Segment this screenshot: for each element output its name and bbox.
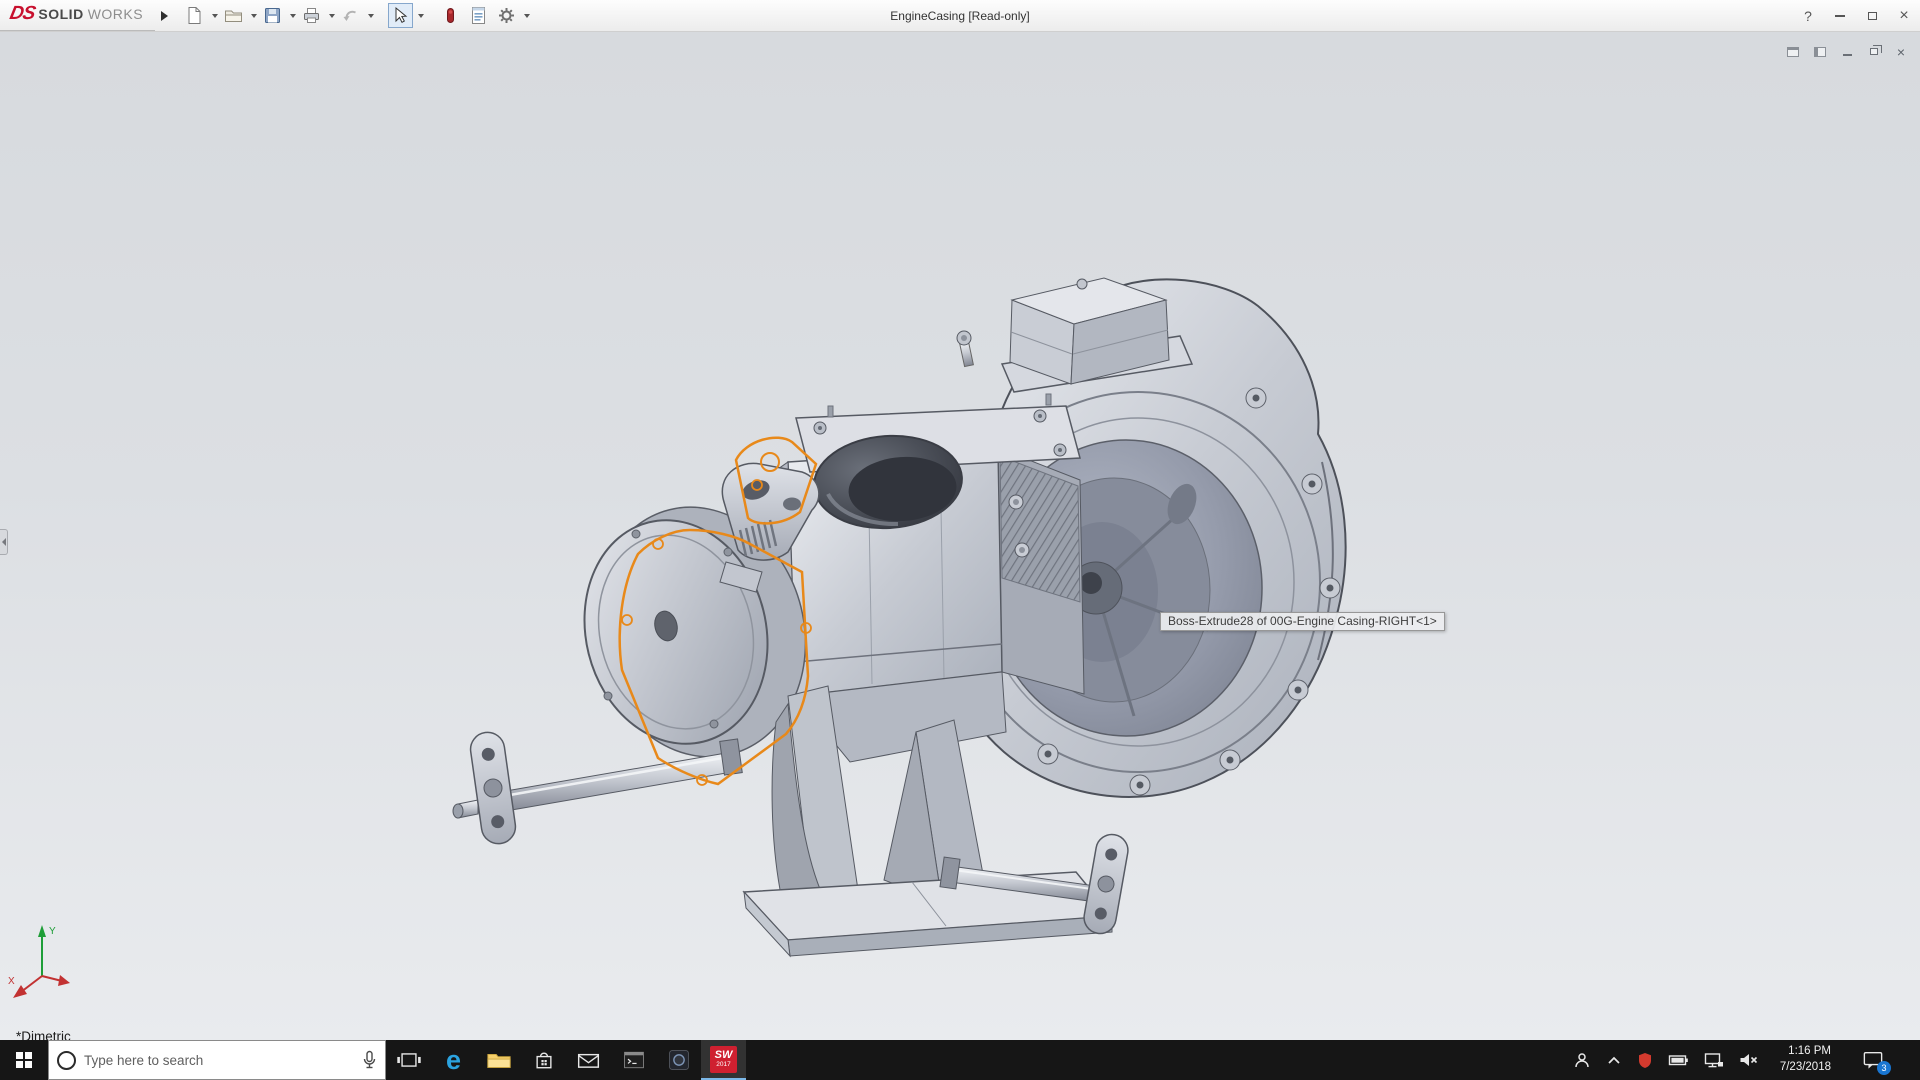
system-tray: 1:16 PM 7/23/2018 3 [1573, 1040, 1920, 1080]
solidworks-taskbar-button[interactable]: SW 2017 [701, 1040, 746, 1080]
close-icon: × [1899, 8, 1908, 24]
print-dropdown[interactable] [329, 14, 335, 18]
file-properties-button[interactable] [466, 3, 491, 28]
doc-restore-button[interactable] [1867, 45, 1881, 58]
triad-y-label: Y [49, 926, 56, 937]
solidworks-logo: DS SOLID WORKS [0, 1, 155, 31]
file-properties-icon [468, 5, 489, 26]
open-folder-icon [223, 5, 244, 26]
network-icon[interactable] [1704, 1052, 1724, 1069]
edge-icon: e [446, 1047, 461, 1074]
undo-dropdown[interactable] [368, 14, 374, 18]
quick-access-toolbar [182, 3, 530, 28]
cortana-icon [57, 1051, 76, 1070]
new-document-button[interactable] [182, 3, 207, 28]
orientation-triad: Y X [8, 918, 80, 1004]
graphics-viewport[interactable]: × Boss-Extrude28 of 00G-Engine Casing-RI… [0, 32, 1920, 1040]
start-button[interactable] [0, 1040, 48, 1080]
rebuild-button[interactable] [438, 3, 463, 28]
options-button[interactable] [494, 3, 519, 28]
volume-mute-icon[interactable] [1739, 1052, 1759, 1068]
window-title: EngineCasing [Read-only] [890, 9, 1029, 23]
task-view-button[interactable] [386, 1040, 431, 1080]
security-shield-icon[interactable] [1637, 1052, 1653, 1069]
brand-solid-text: SOLID [38, 6, 83, 22]
save-button[interactable] [260, 3, 285, 28]
mail-button[interactable] [566, 1040, 611, 1080]
doc-minimize-icon [1843, 54, 1852, 56]
taskbar-clock[interactable]: 1:16 PM 7/23/2018 [1774, 1044, 1837, 1075]
gear-icon [496, 5, 517, 26]
open-button[interactable] [221, 3, 246, 28]
undo-icon [340, 5, 361, 26]
app-dark-icon [667, 1048, 691, 1072]
save-floppy-icon [262, 5, 283, 26]
doc-minimize-button[interactable] [1840, 45, 1854, 58]
solidworks-app-icon: SW 2017 [710, 1046, 737, 1073]
task-view-icon [396, 1049, 422, 1071]
console-button[interactable] [611, 1040, 656, 1080]
maximize-button[interactable] [1856, 0, 1888, 31]
undo-button[interactable] [338, 3, 363, 28]
triad-x-label: X [8, 976, 15, 987]
select-arrow-icon [390, 5, 411, 26]
doc-close-button[interactable]: × [1894, 45, 1908, 58]
search-input[interactable] [84, 1053, 354, 1068]
toolbar-flyout-arrow[interactable] [161, 11, 168, 21]
edge-button[interactable]: e [431, 1040, 476, 1080]
store-button[interactable] [521, 1040, 566, 1080]
select-tool-button[interactable] [388, 3, 413, 28]
open-dropdown[interactable] [251, 14, 257, 18]
close-button[interactable]: × [1888, 0, 1920, 31]
notification-badge: 3 [1877, 1061, 1891, 1075]
people-icon[interactable] [1573, 1051, 1591, 1069]
panel-splitter-tab[interactable] [0, 529, 8, 555]
file-explorer-button[interactable] [476, 1040, 521, 1080]
save-dropdown[interactable] [290, 14, 296, 18]
file-explorer-icon [486, 1049, 512, 1071]
mail-icon [576, 1050, 601, 1070]
rebuild-stoplight-icon [440, 5, 461, 26]
new-document-icon [184, 5, 205, 26]
view-orientation-label: *Dimetric [16, 1029, 71, 1040]
doc-close-icon: × [1897, 45, 1905, 59]
doc-pane-icon[interactable] [1786, 45, 1800, 58]
app-dark-button[interactable] [656, 1040, 701, 1080]
clock-time: 1:16 PM [1780, 1044, 1831, 1060]
window-controls: ? × [1792, 0, 1920, 31]
action-center-button[interactable]: 3 [1852, 1040, 1894, 1080]
doc-restore-icon [1870, 48, 1878, 55]
engine-casing-model [0, 32, 1920, 1040]
microphone-icon[interactable] [362, 1050, 377, 1070]
print-icon [301, 5, 322, 26]
clock-date: 7/23/2018 [1780, 1060, 1831, 1076]
brand-works-text: WORKS [88, 6, 143, 22]
windows-taskbar: e [0, 1040, 1920, 1080]
battery-icon[interactable] [1668, 1052, 1689, 1068]
print-button[interactable] [299, 3, 324, 28]
store-icon [532, 1048, 556, 1072]
new-document-dropdown[interactable] [212, 14, 218, 18]
feature-tooltip: Boss-Extrude28 of 00G-Engine Casing-RIGH… [1160, 612, 1445, 631]
console-icon [622, 1049, 646, 1071]
options-dropdown[interactable] [524, 14, 530, 18]
help-button[interactable]: ? [1792, 0, 1824, 31]
maximize-icon [1868, 12, 1877, 20]
solidworks-ds-icon: DS [8, 3, 37, 25]
windows-logo-icon [16, 1052, 32, 1068]
minimize-button[interactable] [1824, 0, 1856, 31]
taskbar-search[interactable] [48, 1040, 386, 1080]
minimize-icon [1835, 15, 1845, 17]
titlebar: DS SOLID WORKS [0, 0, 1920, 32]
chevron-up-icon[interactable] [1606, 1054, 1622, 1066]
document-window-controls: × [1786, 45, 1908, 58]
doc-split-pane-icon[interactable] [1813, 45, 1827, 58]
select-tool-dropdown[interactable] [418, 14, 424, 18]
